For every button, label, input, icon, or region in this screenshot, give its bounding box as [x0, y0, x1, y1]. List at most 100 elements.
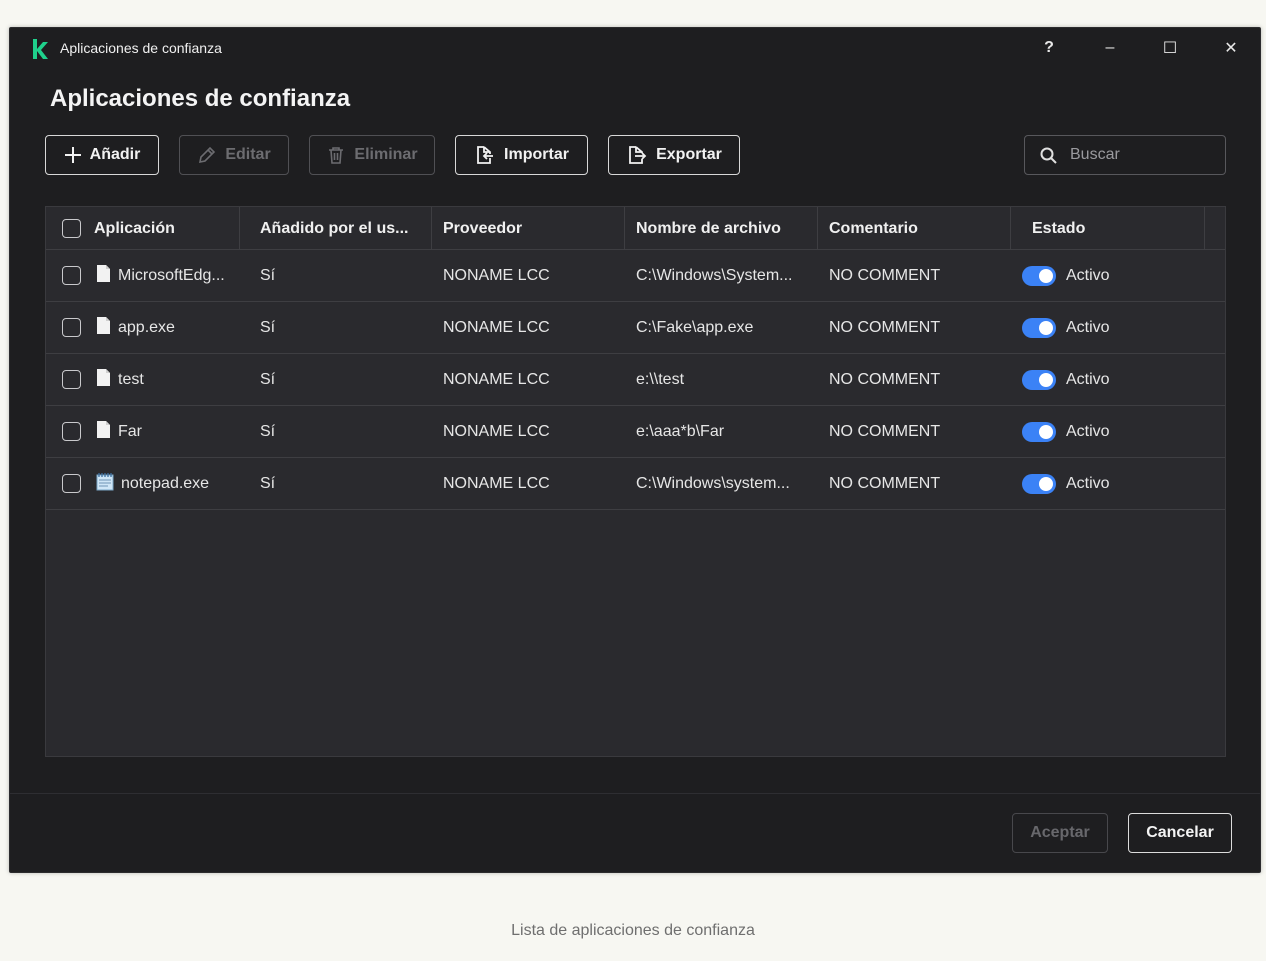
- table-header: Aplicación Añadido por el us... Proveedo…: [46, 207, 1225, 250]
- export-button-label: Exportar: [656, 146, 722, 163]
- cell-file-name: e:\aaa*b\Far: [636, 422, 725, 440]
- cell-comment: NO COMMENT: [829, 318, 941, 336]
- cell-status: Activo: [1022, 406, 1202, 457]
- add-button-label: Añadir: [89, 146, 141, 163]
- row-checkbox[interactable]: [62, 422, 81, 441]
- column-header-comment[interactable]: Comentario: [818, 207, 1011, 250]
- column-header-vendor[interactable]: Proveedor: [432, 207, 625, 250]
- row-checkbox[interactable]: [62, 266, 81, 285]
- application-name: Far: [118, 422, 142, 440]
- cell-comment: NO COMMENT: [829, 422, 941, 440]
- status-toggle[interactable]: [1022, 265, 1056, 286]
- plus-icon: [64, 147, 81, 163]
- cell-vendor: NONAME LCC: [443, 370, 550, 388]
- edit-button[interactable]: Editar: [179, 135, 289, 175]
- cell-file-name: e:\\test: [636, 370, 685, 388]
- cell-status: Activo: [1022, 458, 1202, 509]
- status-toggle[interactable]: [1022, 369, 1056, 390]
- table-row[interactable]: MicrosoftEdg... Sí NONAME LCC C:\Windows\Sy…: [46, 250, 1225, 302]
- status-toggle[interactable]: [1022, 473, 1056, 494]
- cell-status: Activo: [1022, 302, 1202, 353]
- row-checkbox[interactable]: [62, 370, 81, 389]
- table-row[interactable]: Far Sí NONAME LCC e:\aaa*b\Far NO COMMENT Act…: [46, 406, 1225, 458]
- row-checkbox[interactable]: [62, 474, 81, 493]
- cell-comment: NO COMMENT: [829, 370, 941, 388]
- cell-application: Far: [62, 406, 240, 457]
- cell-added-by-user: Sí: [260, 318, 276, 336]
- notepad-icon: [96, 472, 114, 496]
- figure-caption: Lista de aplicaciones de confianza: [511, 922, 755, 939]
- application-name: MicrosoftEdg...: [118, 266, 225, 284]
- cell-vendor: NONAME LCC: [443, 474, 550, 492]
- status-label: Activo: [1066, 370, 1110, 388]
- edit-button-label: Editar: [225, 146, 271, 163]
- application-name: app.exe: [118, 318, 175, 336]
- cell-comment: NO COMMENT: [829, 474, 941, 492]
- accept-button[interactable]: Aceptar: [1012, 813, 1108, 853]
- cell-file-name: C:\Windows\system...: [636, 474, 790, 492]
- cell-added-by-user: Sí: [260, 370, 276, 388]
- cancel-button[interactable]: Cancelar: [1128, 813, 1232, 853]
- trusted-apps-window: Aplicaciones de confianza ? – ☐ ✕ Aplica…: [9, 27, 1261, 873]
- close-button[interactable]: ✕: [1216, 36, 1246, 60]
- cell-application: test: [62, 354, 240, 405]
- search-placeholder: Buscar: [1070, 146, 1120, 163]
- file-icon: [96, 264, 111, 288]
- page-title: Aplicaciones de confianza: [50, 85, 351, 112]
- footer-divider: [10, 793, 1260, 794]
- status-toggle[interactable]: [1022, 317, 1056, 338]
- cell-application: notepad.exe: [62, 458, 240, 509]
- application-name: test: [118, 370, 144, 388]
- minimize-button[interactable]: –: [1095, 36, 1125, 60]
- kaspersky-logo-icon: [33, 39, 48, 59]
- maximize-button[interactable]: ☐: [1155, 36, 1185, 60]
- table-row[interactable]: notepad.exe Sí NONAME LCC C:\Windows\system…: [46, 458, 1225, 510]
- import-button[interactable]: Importar: [455, 135, 588, 175]
- trash-icon: [329, 147, 344, 164]
- help-button[interactable]: ?: [1034, 36, 1064, 60]
- cell-vendor: NONAME LCC: [443, 422, 550, 440]
- import-icon: [477, 146, 494, 164]
- cell-vendor: NONAME LCC: [443, 318, 550, 336]
- delete-button-label: Eliminar: [354, 146, 418, 163]
- export-icon: [629, 146, 647, 164]
- file-icon: [96, 316, 111, 340]
- column-label: Aplicación: [94, 219, 175, 237]
- status-label: Activo: [1066, 318, 1110, 336]
- column-header-file-name[interactable]: Nombre de archivo: [625, 207, 818, 250]
- status-label: Activo: [1066, 422, 1110, 440]
- cell-comment: NO COMMENT: [829, 266, 941, 284]
- cell-status: Activo: [1022, 250, 1202, 301]
- trusted-apps-table: Aplicación Añadido por el us... Proveedo…: [45, 206, 1226, 757]
- status-toggle[interactable]: [1022, 421, 1056, 442]
- column-header-application[interactable]: Aplicación: [46, 207, 240, 250]
- cell-added-by-user: Sí: [260, 474, 276, 492]
- table-row[interactable]: test Sí NONAME LCC e:\\test NO COMMENT Activo: [46, 354, 1225, 406]
- window-title: Aplicaciones de confianza: [60, 40, 222, 56]
- search-icon: [1040, 147, 1057, 164]
- select-all-checkbox[interactable]: [62, 219, 81, 238]
- application-name: notepad.exe: [121, 474, 210, 492]
- column-header-added-by-user[interactable]: Añadido por el us...: [240, 207, 432, 250]
- cell-added-by-user: Sí: [260, 422, 276, 440]
- cell-file-name: C:\Windows\System...: [636, 266, 793, 284]
- cell-application: MicrosoftEdg...: [62, 250, 240, 301]
- add-button[interactable]: Añadir: [45, 135, 159, 175]
- export-button[interactable]: Exportar: [608, 135, 740, 175]
- cell-added-by-user: Sí: [260, 266, 276, 284]
- search-input[interactable]: Buscar: [1024, 135, 1226, 175]
- cell-status: Activo: [1022, 354, 1202, 405]
- import-button-label: Importar: [504, 146, 569, 163]
- pencil-icon: [199, 146, 216, 164]
- cell-vendor: NONAME LCC: [443, 266, 550, 284]
- cell-file-name: C:\Fake\app.exe: [636, 318, 754, 336]
- column-header-status[interactable]: Estado: [1011, 207, 1205, 250]
- title-bar: Aplicaciones de confianza ? – ☐ ✕: [10, 28, 1260, 68]
- file-icon: [96, 368, 111, 392]
- file-icon: [96, 420, 111, 444]
- table-row[interactable]: app.exe Sí NONAME LCC C:\Fake\app.exe NO COM…: [46, 302, 1225, 354]
- delete-button[interactable]: Eliminar: [309, 135, 435, 175]
- cell-application: app.exe: [62, 302, 240, 353]
- row-checkbox[interactable]: [62, 318, 81, 337]
- status-label: Activo: [1066, 266, 1110, 284]
